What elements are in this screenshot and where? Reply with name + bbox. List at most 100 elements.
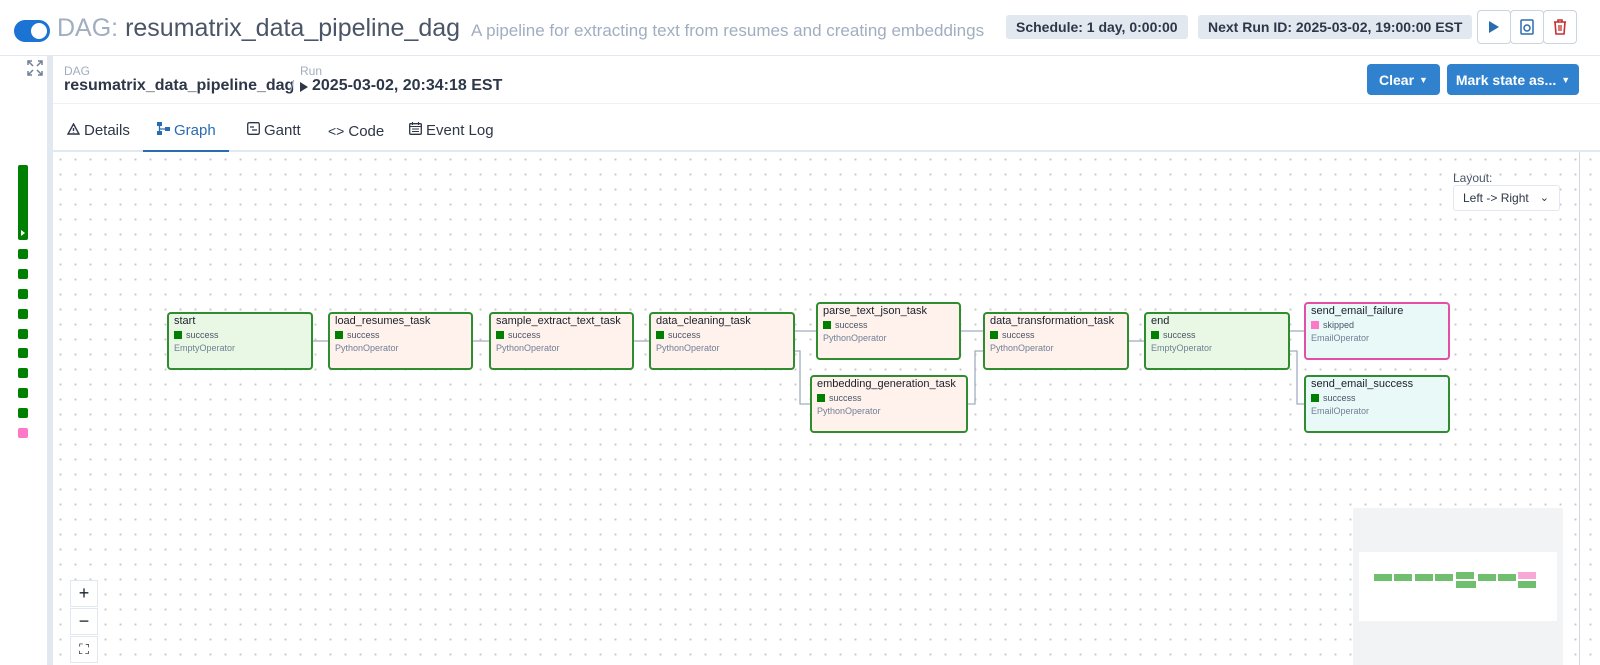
mark-state-button-label: Mark state as...	[1455, 71, 1557, 88]
state-dot-icon	[1311, 321, 1319, 329]
play-icon	[300, 82, 308, 92]
zoom-out-button[interactable]: −	[70, 608, 98, 635]
dag-pause-toggle[interactable]	[14, 20, 50, 42]
state-dot-icon	[335, 331, 343, 339]
minimap-node	[1456, 581, 1476, 588]
task-state-label: success	[1323, 393, 1356, 403]
task-state-label: success	[347, 330, 380, 340]
tab-event-log[interactable]: Event Log	[409, 112, 494, 152]
task-state-label: success	[186, 330, 219, 340]
task-state-label: success	[508, 330, 541, 340]
caret-down-icon: ▼	[1561, 74, 1571, 85]
grid-panel	[0, 56, 48, 665]
task-operator: EmailOperator	[1311, 406, 1370, 416]
task-name: embedding_generation_task	[817, 378, 956, 390]
tab-gantt[interactable]: Gantt	[247, 112, 301, 152]
clear-button[interactable]: Clear ▼	[1367, 64, 1440, 95]
trigger-dag-button[interactable]	[1477, 10, 1511, 44]
state-dot-icon	[1151, 331, 1159, 339]
task-state: success	[174, 330, 306, 340]
delete-dag-button[interactable]	[1543, 10, 1577, 44]
task-node-start[interactable]: start success EmptyOperator	[167, 312, 313, 370]
plus-icon: +	[78, 583, 90, 603]
tab-graph[interactable]: Graph	[143, 112, 229, 152]
state-dot-icon	[496, 331, 504, 339]
tab-bar: Details Graph Gantt <> Code Event Log	[53, 112, 1600, 152]
task-state: skipped	[1311, 320, 1443, 330]
calendar-icon	[409, 122, 422, 135]
task-instance-cell[interactable]	[18, 309, 28, 319]
dag-name[interactable]: resumatrix_data_pipeline_dag	[125, 14, 460, 42]
breadcrumb-run[interactable]: 2025-03-02, 20:34:18 EST	[312, 77, 502, 95]
fit-view-button[interactable]: ⛶	[70, 636, 98, 663]
play-icon	[21, 230, 25, 236]
breadcrumb-separator: /	[290, 78, 295, 95]
task-instance-cell[interactable]	[18, 269, 28, 279]
minimap[interactable]	[1353, 508, 1563, 665]
state-dot-icon	[174, 331, 182, 339]
task-instance-cell[interactable]	[18, 249, 28, 259]
task-name: start	[174, 315, 196, 327]
schedule-badge: Schedule: 1 day, 0:00:00	[1006, 15, 1188, 39]
task-instance-cell[interactable]	[18, 289, 28, 299]
tab-code[interactable]: <> Code	[328, 112, 384, 152]
task-state: success	[496, 330, 627, 340]
task-node-sample-extract-text[interactable]: sample_extract_text_task success PythonO…	[489, 312, 634, 370]
mark-state-button[interactable]: Mark state as... ▼	[1447, 64, 1579, 95]
task-state: success	[1151, 330, 1283, 340]
tab-label: Event Log	[426, 122, 494, 139]
task-node-send-email-failure[interactable]: send_email_failure skipped EmailOperator	[1304, 302, 1450, 360]
task-name: end	[1151, 315, 1170, 327]
tab-details[interactable]: Details	[67, 112, 130, 152]
task-instance-cell[interactable]	[18, 348, 28, 358]
task-node-parse-text-json[interactable]: parse_text_json_task success PythonOpera…	[816, 302, 961, 360]
dag-run-bar[interactable]	[18, 165, 28, 240]
minus-icon: −	[78, 611, 90, 631]
task-state-label: success	[668, 330, 701, 340]
task-instance-cell[interactable]	[18, 329, 28, 339]
zoom-in-button[interactable]: +	[70, 580, 98, 607]
minimap-node	[1518, 572, 1536, 579]
task-node-end[interactable]: end success EmptyOperator	[1144, 312, 1290, 370]
task-instance-cell[interactable]	[18, 388, 28, 398]
task-state: success	[335, 330, 466, 340]
minimap-node	[1435, 574, 1453, 581]
task-name: load_resumes_task	[335, 315, 431, 327]
task-node-send-email-success[interactable]: send_email_success success EmailOperator	[1304, 375, 1450, 433]
task-node-data-cleaning[interactable]: data_cleaning_task success PythonOperato…	[649, 312, 795, 370]
task-instance-cell[interactable]	[18, 368, 28, 378]
task-name: sample_extract_text_task	[496, 315, 621, 327]
task-operator: PythonOperator	[823, 333, 887, 343]
expand-icon[interactable]	[27, 60, 43, 76]
task-instance-cell[interactable]	[18, 428, 28, 438]
caret-down-icon: ▼	[1419, 74, 1428, 85]
task-state-label: skipped	[1323, 320, 1355, 330]
task-operator: PythonOperator	[990, 343, 1054, 353]
task-node-load-resumes[interactable]: load_resumes_task success PythonOperator	[328, 312, 473, 370]
task-operator: PythonOperator	[496, 343, 560, 353]
tab-label: Code	[348, 123, 385, 140]
layout-value: Left -> Right	[1463, 191, 1529, 205]
layout-select[interactable]: Left -> Right ⌄	[1453, 185, 1560, 211]
task-node-embedding-generation[interactable]: embedding_generation_task success Python…	[810, 375, 968, 433]
task-state-label: success	[1163, 330, 1196, 340]
dag-label: DAG:	[57, 14, 119, 42]
chevron-down-icon: ⌄	[1539, 192, 1549, 204]
state-dot-icon	[656, 331, 664, 339]
minimap-node	[1456, 572, 1474, 579]
next-run-badge: Next Run ID: 2025-03-02, 19:00:00 EST	[1198, 15, 1473, 39]
task-operator: PythonOperator	[817, 406, 881, 416]
task-node-data-transformation[interactable]: data_transformation_task success PythonO…	[983, 312, 1129, 370]
minimap-node	[1478, 574, 1496, 581]
parse-dag-button[interactable]	[1510, 10, 1544, 44]
minimap-node	[1394, 574, 1412, 581]
task-operator: PythonOperator	[656, 343, 720, 353]
breadcrumb-dag[interactable]: resumatrix_data_pipeline_dag	[64, 77, 294, 95]
task-name: send_email_success	[1311, 378, 1414, 390]
graph-icon	[157, 122, 170, 135]
task-name: data_transformation_task	[990, 315, 1115, 327]
task-instance-cell[interactable]	[18, 408, 28, 418]
fit-view-icon: ⛶	[79, 641, 89, 657]
task-name: data_cleaning_task	[656, 315, 751, 327]
trash-icon	[1554, 19, 1566, 35]
